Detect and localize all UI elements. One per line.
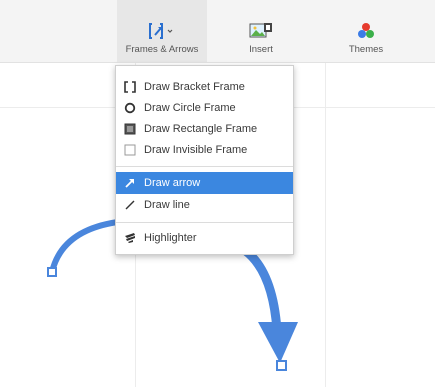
frames-arrows-menu: Draw Bracket Frame Draw Circle Frame Dra… — [115, 65, 294, 255]
invisible-frame-icon — [124, 144, 136, 156]
right-arrow-head — [258, 322, 298, 363]
menu-item-draw-invisible-frame[interactable]: Draw Invisible Frame — [116, 139, 293, 161]
menu-separator — [116, 222, 293, 223]
menu-separator — [116, 166, 293, 167]
menu-item-highlighter[interactable]: Highlighter — [116, 227, 293, 249]
rectangle-frame-icon — [124, 123, 136, 135]
right-arrow-handle — [276, 360, 287, 371]
menu-item-draw-rectangle-frame[interactable]: Draw Rectangle Frame — [116, 118, 293, 140]
menu-item-label: Draw Invisible Frame — [144, 144, 248, 156]
menu-item-draw-bracket-frame[interactable]: Draw Bracket Frame — [116, 76, 293, 98]
bracket-frame-icon — [124, 81, 136, 93]
right-arrow-shape — [231, 240, 282, 335]
menu-item-draw-line[interactable]: Draw line — [116, 194, 293, 216]
menu-item-label: Draw Rectangle Frame — [144, 123, 258, 135]
menu-item-label: Highlighter — [144, 232, 197, 244]
menu-item-label: Draw Bracket Frame — [144, 81, 245, 93]
menu-item-label: Draw Circle Frame — [144, 102, 236, 114]
menu-item-label: Draw arrow — [144, 177, 201, 189]
line-icon — [124, 199, 136, 211]
left-arrow-handle — [47, 267, 57, 277]
left-arrow-shape — [49, 219, 121, 275]
circle-frame-icon — [124, 102, 136, 114]
highlighter-icon — [124, 232, 136, 244]
menu-item-label: Draw line — [144, 199, 190, 211]
menu-item-draw-circle-frame[interactable]: Draw Circle Frame — [116, 97, 293, 119]
menu-item-draw-arrow[interactable]: Draw arrow — [116, 172, 293, 194]
arrow-icon — [124, 177, 136, 189]
